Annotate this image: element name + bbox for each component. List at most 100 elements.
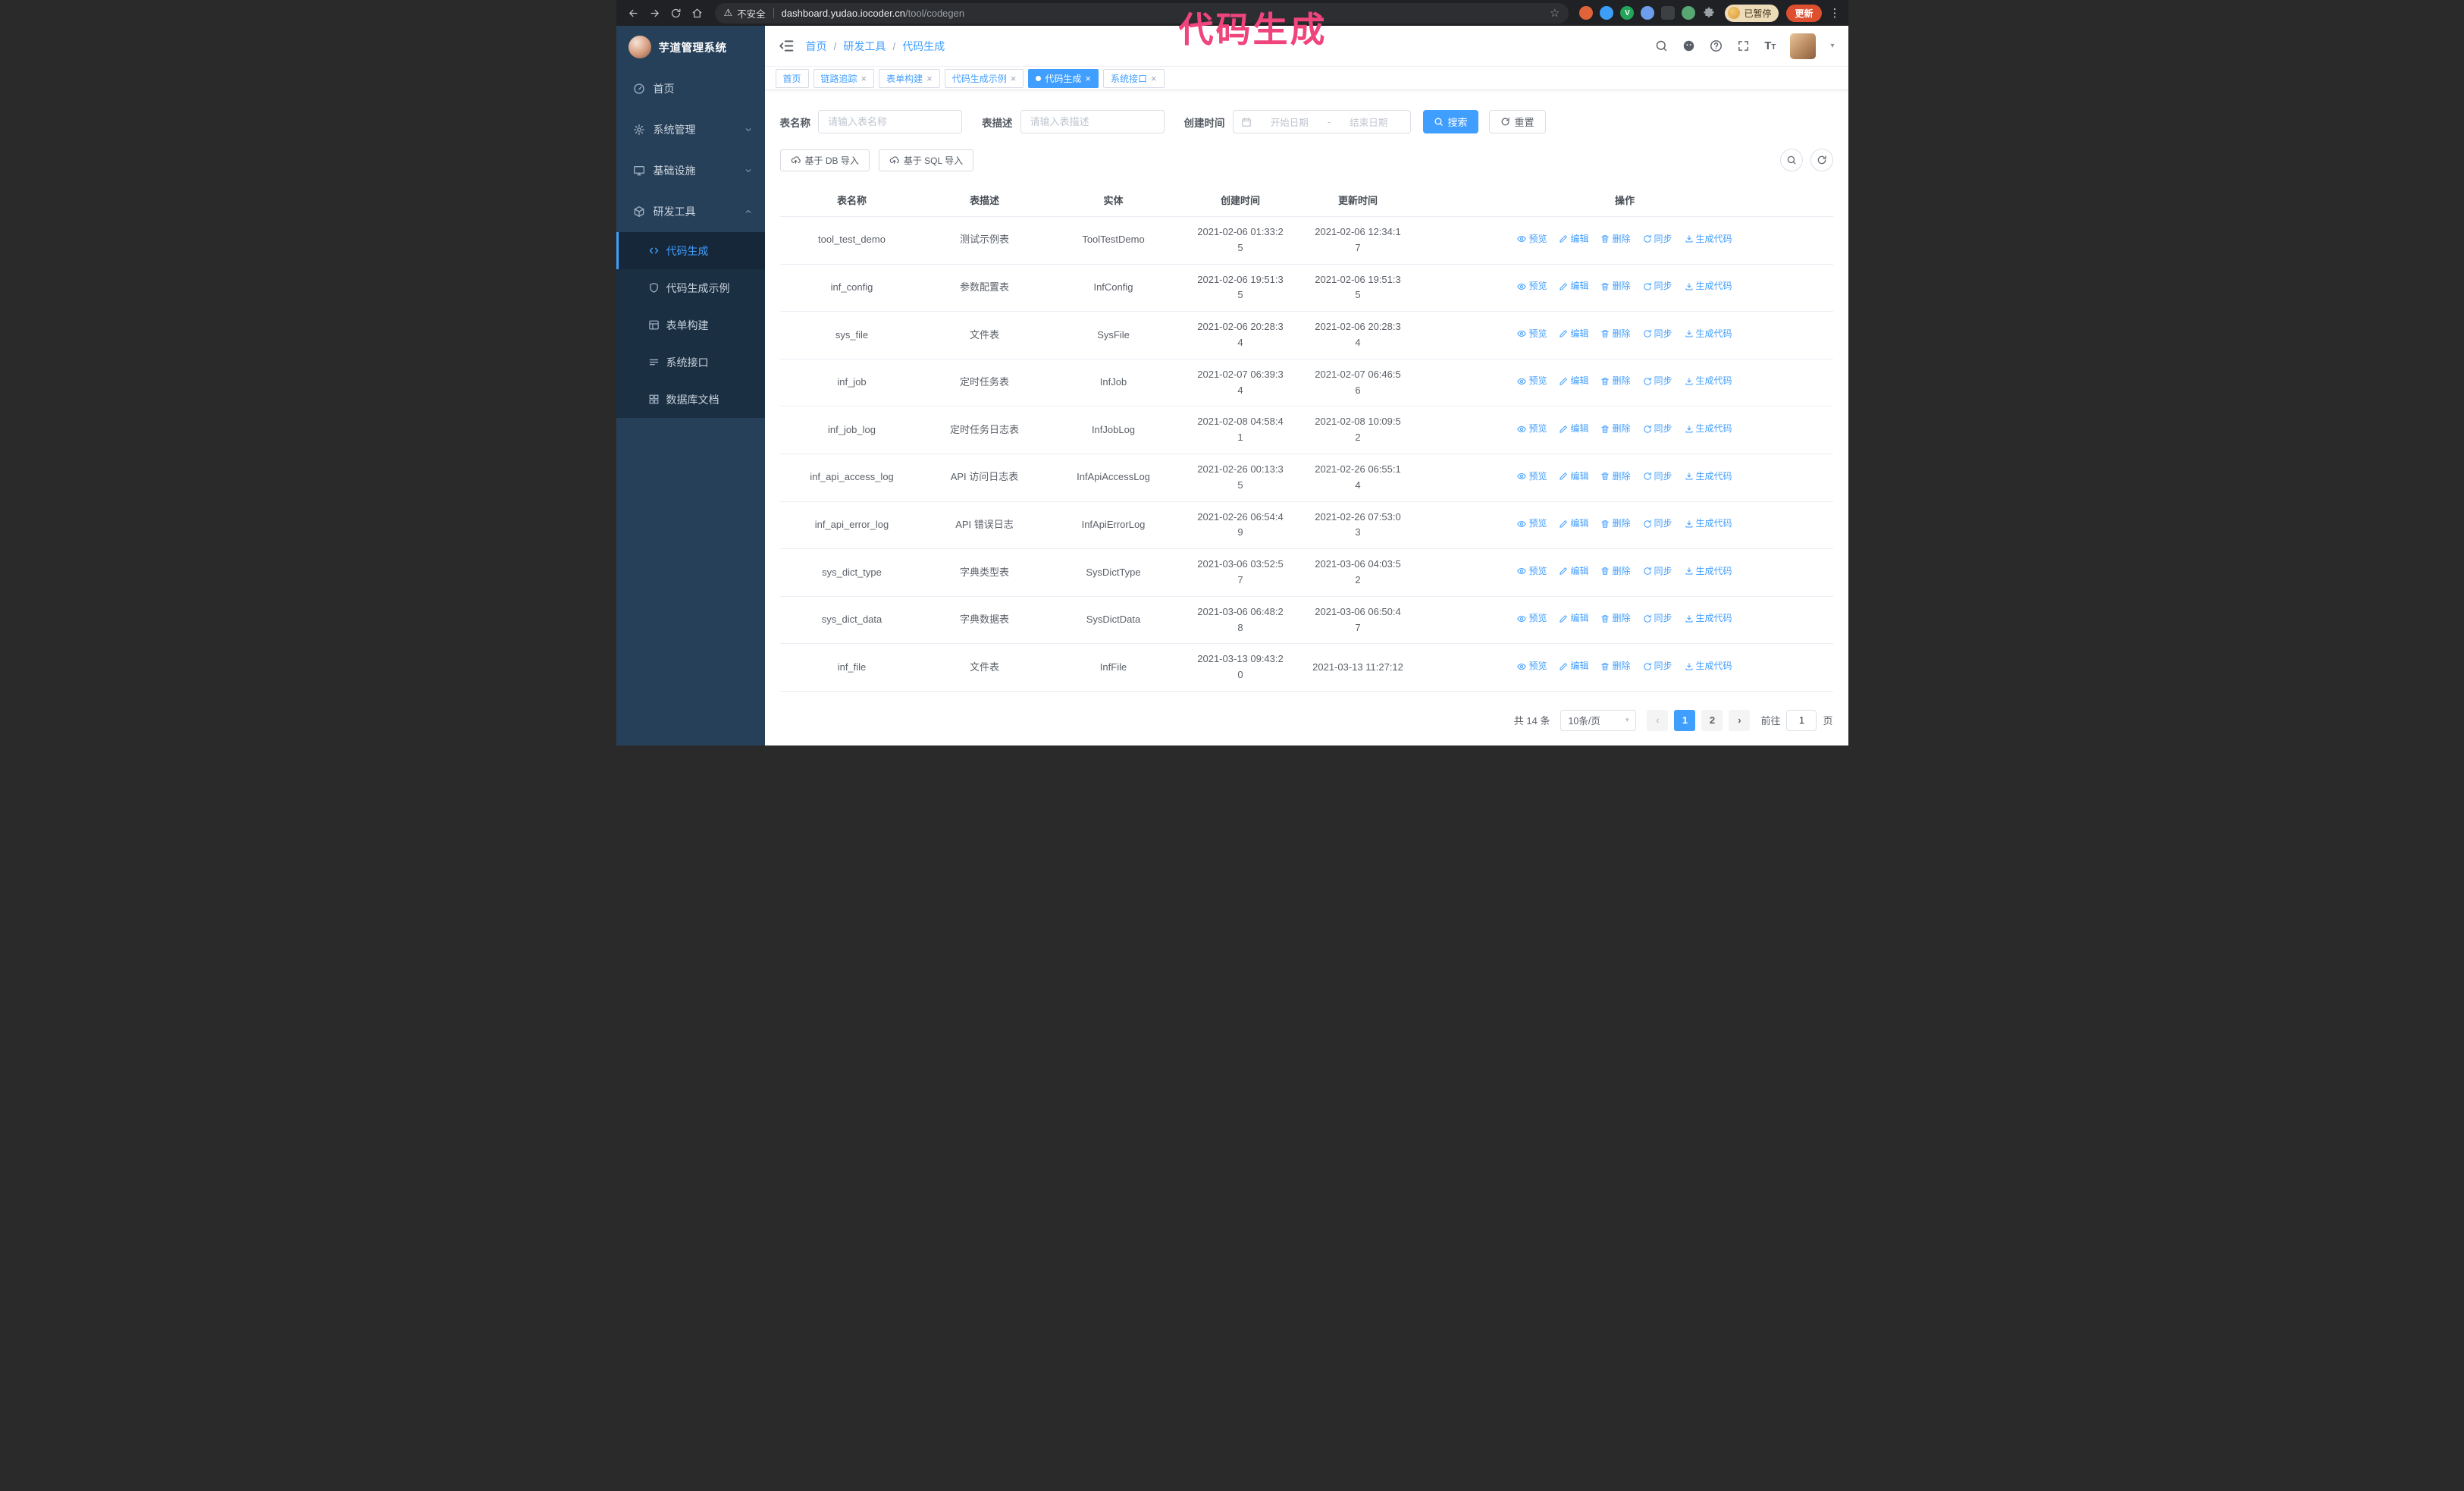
next-page-button[interactable]: › [1729, 709, 1751, 731]
sidebar-item-codegen-example[interactable]: 代码生成示例 [616, 269, 765, 306]
generate-code-link[interactable]: 生成代码 [1685, 422, 1732, 436]
preview-link[interactable]: 预览 [1517, 516, 1547, 531]
generate-code-link[interactable]: 生成代码 [1685, 232, 1732, 246]
breadcrumb-item[interactable]: 研发工具 [843, 39, 886, 54]
sync-link[interactable]: 同步 [1643, 469, 1672, 484]
edit-link[interactable]: 编辑 [1559, 564, 1588, 579]
tab-item[interactable]: 系统接口 × [1102, 68, 1165, 88]
generate-code-link[interactable]: 生成代码 [1685, 611, 1732, 626]
preview-link[interactable]: 预览 [1517, 374, 1547, 388]
back-icon[interactable] [624, 3, 644, 23]
delete-link[interactable]: 删除 [1600, 611, 1631, 626]
edit-link[interactable]: 编辑 [1559, 422, 1588, 436]
delete-link[interactable]: 删除 [1600, 327, 1631, 341]
delete-link[interactable]: 删除 [1600, 659, 1631, 673]
extensions-puzzle-icon[interactable] [1702, 6, 1716, 20]
generate-code-link[interactable]: 生成代码 [1685, 374, 1732, 388]
table-desc-input[interactable] [1020, 110, 1165, 133]
sidebar-item-home[interactable]: 首页 [616, 68, 765, 109]
tab-item[interactable]: 代码生成 × [1028, 68, 1099, 88]
page-size-select[interactable]: 10条/页 ▾ [1560, 709, 1637, 731]
extension-icon[interactable] [1661, 6, 1676, 20]
edit-link[interactable]: 编辑 [1559, 232, 1588, 246]
sync-link[interactable]: 同步 [1643, 564, 1672, 579]
reload-icon[interactable] [666, 3, 686, 23]
preview-link[interactable]: 预览 [1517, 279, 1547, 293]
sync-link[interactable]: 同步 [1643, 232, 1672, 246]
sync-link[interactable]: 同步 [1643, 279, 1672, 293]
edit-link[interactable]: 编辑 [1559, 659, 1588, 673]
tab-close-icon[interactable]: × [926, 74, 933, 83]
preview-link[interactable]: 预览 [1517, 232, 1547, 246]
sync-link[interactable]: 同步 [1643, 374, 1672, 388]
date-range-picker[interactable]: 开始日期 - 结束日期 [1232, 110, 1411, 133]
import-db-button[interactable]: 基于 DB 导入 [779, 149, 870, 171]
delete-link[interactable]: 删除 [1600, 516, 1631, 531]
sidebar-item-dev-tools[interactable]: 研发工具 [616, 191, 765, 232]
tab-item[interactable]: 表单构建 × [879, 68, 940, 88]
security-warning[interactable]: ⚠ 不安全 [724, 6, 766, 20]
preview-link[interactable]: 预览 [1517, 469, 1547, 484]
page-button[interactable]: 2 [1701, 709, 1723, 731]
browser-menu-icon[interactable]: ⋮ [1829, 6, 1841, 20]
app-logo[interactable]: 芋道管理系统 [616, 26, 765, 68]
tab-item[interactable]: 代码生成示例 × [944, 68, 1024, 88]
prev-page-button[interactable]: ‹ [1647, 709, 1669, 731]
generate-code-link[interactable]: 生成代码 [1685, 279, 1732, 293]
preview-link[interactable]: 预览 [1517, 564, 1547, 579]
sidebar-item-codegen[interactable]: 代码生成 [616, 232, 765, 269]
delete-link[interactable]: 删除 [1600, 422, 1631, 436]
delete-link[interactable]: 删除 [1600, 564, 1631, 579]
breadcrumb-item[interactable]: 首页 [806, 39, 827, 54]
toggle-search-button[interactable] [1779, 149, 1803, 171]
tab-close-icon[interactable]: × [1151, 74, 1157, 83]
avatar-caret-icon[interactable]: ▾ [1830, 42, 1834, 50]
extension-icon[interactable] [1579, 6, 1594, 20]
edit-link[interactable]: 编辑 [1559, 327, 1588, 341]
edit-link[interactable]: 编辑 [1559, 279, 1588, 293]
sidebar-item-system[interactable]: 系统管理 [616, 109, 765, 150]
user-avatar[interactable] [1790, 33, 1817, 59]
generate-code-link[interactable]: 生成代码 [1685, 564, 1732, 579]
sidebar-toggle-icon[interactable] [779, 38, 795, 54]
page-button[interactable]: 1 [1674, 709, 1696, 731]
delete-link[interactable]: 删除 [1600, 374, 1631, 388]
edit-link[interactable]: 编辑 [1559, 469, 1588, 484]
delete-link[interactable]: 删除 [1600, 469, 1631, 484]
sidebar-item-form-builder[interactable]: 表单构建 [616, 306, 765, 344]
extension-icon[interactable] [1600, 6, 1614, 20]
edit-link[interactable]: 编辑 [1559, 611, 1588, 626]
sync-link[interactable]: 同步 [1643, 611, 1672, 626]
search-icon[interactable] [1655, 39, 1668, 52]
preview-link[interactable]: 预览 [1517, 659, 1547, 673]
address-bar[interactable]: ⚠ 不安全 dashboard.yudao.iocoder.cn/tool/co… [714, 2, 1569, 24]
sync-link[interactable]: 同步 [1643, 327, 1672, 341]
extension-icon[interactable]: V [1620, 6, 1635, 20]
bookmark-star-icon[interactable]: ☆ [1550, 6, 1560, 20]
edit-link[interactable]: 编辑 [1559, 516, 1588, 531]
sync-link[interactable]: 同步 [1643, 659, 1672, 673]
tab-close-icon[interactable]: × [1085, 74, 1091, 83]
sidebar-item-db-docs[interactable]: 数据库文档 [616, 381, 765, 418]
generate-code-link[interactable]: 生成代码 [1685, 327, 1732, 341]
refresh-table-button[interactable] [1810, 149, 1833, 171]
preview-link[interactable]: 预览 [1517, 611, 1547, 626]
fullscreen-icon[interactable] [1737, 39, 1750, 52]
generate-code-link[interactable]: 生成代码 [1685, 516, 1732, 531]
tab-item[interactable]: 链路追踪 × [813, 68, 875, 88]
tab-item[interactable]: 首页 [775, 68, 809, 88]
extension-icon[interactable] [1682, 6, 1696, 20]
sidebar-item-infrastructure[interactable]: 基础设施 [616, 150, 765, 191]
delete-link[interactable]: 删除 [1600, 279, 1631, 293]
font-size-icon[interactable]: TT [1764, 40, 1776, 52]
home-icon[interactable] [688, 3, 707, 23]
preview-link[interactable]: 预览 [1517, 422, 1547, 436]
sidebar-item-system-api[interactable]: 系统接口 [616, 344, 765, 381]
import-sql-button[interactable]: 基于 SQL 导入 [878, 149, 974, 171]
generate-code-link[interactable]: 生成代码 [1685, 469, 1732, 484]
sync-link[interactable]: 同步 [1643, 422, 1672, 436]
sync-link[interactable]: 同步 [1643, 516, 1672, 531]
tab-close-icon[interactable]: × [861, 74, 867, 83]
help-icon[interactable] [1710, 39, 1723, 52]
tab-close-icon[interactable]: × [1011, 74, 1017, 83]
